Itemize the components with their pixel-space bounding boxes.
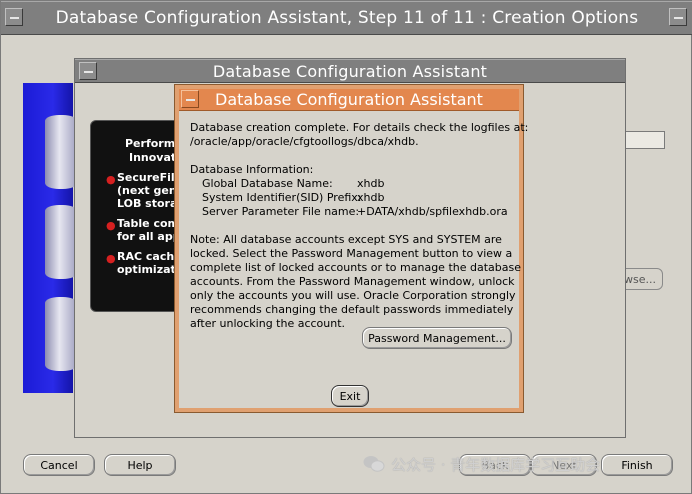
promo-item: Table comp bbox=[117, 217, 182, 230]
info-label: Server Parameter File name: bbox=[202, 205, 360, 218]
promo-item: for all appli bbox=[117, 230, 182, 243]
promo-item: LOB storage bbox=[117, 197, 181, 210]
progress-dialog-title-bar[interactable]: Database Configuration Assistant bbox=[75, 59, 625, 83]
info-value: xhdb bbox=[357, 191, 385, 204]
promo-item: RAC cache bbox=[117, 250, 182, 263]
wechat-icon bbox=[363, 456, 385, 472]
note-text: Note: All database accounts except SYS a… bbox=[190, 233, 521, 331]
completion-message: Database creation complete. For details … bbox=[190, 121, 529, 331]
completion-dialog-title-bar[interactable]: Database Configuration Assistant bbox=[179, 89, 519, 111]
bullet-icon: ● bbox=[106, 219, 116, 232]
disk-icon bbox=[45, 115, 77, 189]
disk-icon bbox=[45, 297, 77, 371]
main-title-bar[interactable]: Database Configuration Assistant, Step 1… bbox=[1, 1, 692, 35]
cancel-button[interactable]: Cancel bbox=[23, 454, 95, 476]
finish-button[interactable]: Finish bbox=[601, 454, 673, 476]
note-line: complete list of locked accounts or to m… bbox=[190, 261, 521, 274]
note-line: recommends changing the default password… bbox=[190, 303, 514, 316]
promo-panel: Performan Innovatio ● SecureFiles (next … bbox=[90, 120, 182, 312]
note-line: locked. Select the Password Management b… bbox=[190, 247, 513, 260]
dbca-main-window: Database Configuration Assistant, Step 1… bbox=[0, 0, 692, 494]
exit-button[interactable]: Exit bbox=[331, 385, 369, 407]
window-menu-button[interactable] bbox=[5, 8, 23, 26]
password-management-button[interactable]: Password Management... bbox=[362, 327, 512, 349]
left-banner-image bbox=[23, 83, 77, 393]
info-value: +DATA/xhdb/spfilexhdb.ora bbox=[357, 205, 508, 218]
completion-dialog-title: Database Configuration Assistant bbox=[215, 90, 483, 109]
disk-icon bbox=[45, 205, 77, 279]
watermark: 公众号 · 青年数据库学习互助会 bbox=[363, 454, 600, 475]
text-field[interactable] bbox=[623, 131, 665, 149]
bullet-icon: ● bbox=[106, 173, 116, 186]
logfile-path: /oracle/app/oracle/cfgtoollogs/dbca/xhdb… bbox=[190, 135, 419, 148]
info-label: System Identifier(SID) Prefix: bbox=[202, 191, 362, 204]
intro-text: Database creation complete. For details … bbox=[190, 121, 529, 134]
completion-dialog: Database Configuration Assistant Databas… bbox=[174, 84, 529, 413]
window-menu-button[interactable] bbox=[181, 90, 199, 108]
bullet-icon: ● bbox=[106, 252, 116, 265]
note-line: only the accounts you will use. Oracle C… bbox=[190, 289, 516, 302]
info-row: Server Parameter File name: +DATA/xhdb/s… bbox=[190, 205, 518, 219]
info-label: Global Database Name: bbox=[202, 177, 333, 190]
window-menu-button[interactable] bbox=[79, 62, 97, 80]
info-heading: Database Information: bbox=[190, 163, 314, 176]
promo-item: (next genera bbox=[117, 184, 181, 197]
info-row: System Identifier(SID) Prefix: xhdb bbox=[190, 191, 518, 205]
info-row: Global Database Name: xhdb bbox=[190, 177, 518, 191]
promo-item: optimizatio bbox=[117, 263, 182, 276]
promo-item: SecureFiles bbox=[117, 171, 182, 184]
main-window-title: Database Configuration Assistant, Step 1… bbox=[55, 8, 639, 28]
minimize-button[interactable] bbox=[669, 8, 687, 26]
promo-heading: Performan bbox=[125, 137, 181, 150]
info-value: xhdb bbox=[357, 177, 385, 190]
watermark-text: 公众号 · 青年数据库学习互助会 bbox=[391, 456, 601, 474]
note-line: accounts. From the Password Management w… bbox=[190, 275, 515, 288]
note-line: Note: All database accounts except SYS a… bbox=[190, 233, 502, 246]
progress-dialog-title: Database Configuration Assistant bbox=[212, 61, 488, 81]
help-button[interactable]: Help bbox=[104, 454, 176, 476]
